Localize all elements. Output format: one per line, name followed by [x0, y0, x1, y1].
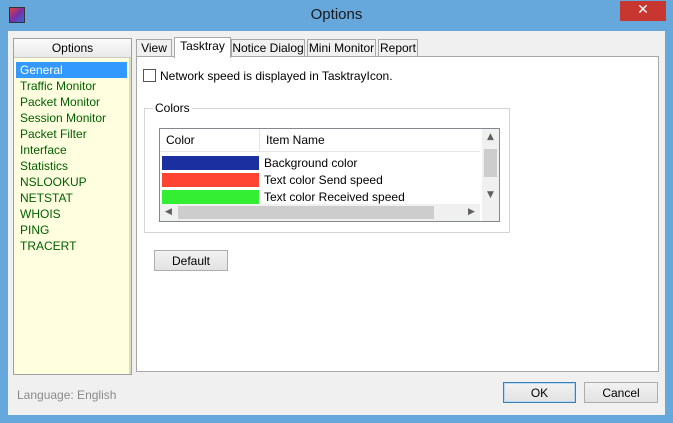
vertical-scrollbar[interactable]: ▲ ▼: [482, 129, 499, 204]
tab-view[interactable]: View: [136, 39, 172, 56]
window-title: Options: [310, 6, 363, 23]
nav-item-nslookup[interactable]: NSLOOKUP: [14, 174, 129, 190]
horizontal-scrollbar[interactable]: ◀ ▶: [160, 204, 480, 221]
tab-tasktray[interactable]: Tasktray: [174, 37, 231, 58]
scrollbar-corner: [482, 204, 499, 221]
color-swatch-received-speed: [162, 190, 259, 204]
tasktray-tab-page: Network speed is displayed in TasktrayIc…: [136, 56, 659, 372]
nav-item-whois[interactable]: WHOIS: [14, 206, 129, 222]
column-header-item-name[interactable]: Item Name: [260, 129, 480, 151]
network-speed-checkbox[interactable]: [143, 69, 156, 82]
scroll-up-icon[interactable]: ▲: [482, 129, 499, 146]
nav-item-packet-monitor[interactable]: Packet Monitor: [14, 94, 129, 110]
color-row-label: Text color Received speed: [264, 190, 405, 204]
color-row-background[interactable]: Background color: [160, 155, 480, 171]
nav-item-interface[interactable]: Interface: [14, 142, 129, 158]
cancel-button[interactable]: Cancel: [584, 382, 658, 403]
column-header-color[interactable]: Color: [160, 129, 260, 151]
language-label: Language: English: [17, 388, 117, 402]
color-swatch-background: [162, 156, 259, 170]
color-row-label: Text color Send speed: [264, 173, 383, 187]
listview-header: Color Item Name: [160, 129, 480, 152]
close-icon: ✕: [637, 2, 649, 18]
nav-item-session-monitor[interactable]: Session Monitor: [14, 110, 129, 126]
colors-group: Colors Color Item Name Background color …: [144, 101, 510, 233]
nav-item-general[interactable]: General: [16, 62, 127, 78]
tab-report[interactable]: Report: [378, 39, 418, 56]
dialog-client: Options General Traffic Monitor Packet M…: [8, 31, 665, 415]
options-nav-list: General Traffic Monitor Packet Monitor S…: [14, 58, 131, 374]
options-window: Options ✕ Options General Traffic Monito…: [0, 0, 673, 423]
tab-mini-monitor[interactable]: Mini Monitor: [307, 39, 376, 56]
scroll-down-icon[interactable]: ▼: [482, 187, 499, 204]
title-bar: Options ✕: [0, 0, 673, 31]
color-row-label: Background color: [264, 156, 358, 170]
options-nav-panel: Options General Traffic Monitor Packet M…: [13, 38, 132, 375]
vertical-scroll-thumb[interactable]: [484, 149, 497, 177]
color-row-send-speed[interactable]: Text color Send speed: [160, 172, 480, 188]
scroll-right-icon[interactable]: ▶: [463, 204, 480, 221]
ok-button[interactable]: OK: [503, 382, 576, 403]
nav-item-netstat[interactable]: NETSTAT: [14, 190, 129, 206]
colors-group-label: Colors: [153, 101, 192, 115]
colors-listview[interactable]: Color Item Name Background color Text co…: [159, 128, 500, 222]
default-button[interactable]: Default: [154, 250, 228, 271]
color-row-received-speed[interactable]: Text color Received speed: [160, 189, 480, 205]
close-button[interactable]: ✕: [620, 1, 666, 21]
tab-notice-dialog[interactable]: Notice Dialog: [231, 39, 305, 56]
nav-item-packet-filter[interactable]: Packet Filter: [14, 126, 129, 142]
network-speed-checkbox-label: Network speed is displayed in TasktrayIc…: [160, 69, 393, 83]
horizontal-scroll-thumb[interactable]: [178, 206, 434, 219]
network-speed-checkbox-row[interactable]: Network speed is displayed in TasktrayIc…: [143, 69, 393, 83]
scroll-left-icon[interactable]: ◀: [160, 204, 177, 221]
nav-item-traffic-monitor[interactable]: Traffic Monitor: [14, 78, 129, 94]
nav-item-ping[interactable]: PING: [14, 222, 129, 238]
nav-item-tracert[interactable]: TRACERT: [14, 238, 129, 254]
options-nav-header: Options: [14, 39, 131, 58]
nav-item-statistics[interactable]: Statistics: [14, 158, 129, 174]
color-swatch-send-speed: [162, 173, 259, 187]
